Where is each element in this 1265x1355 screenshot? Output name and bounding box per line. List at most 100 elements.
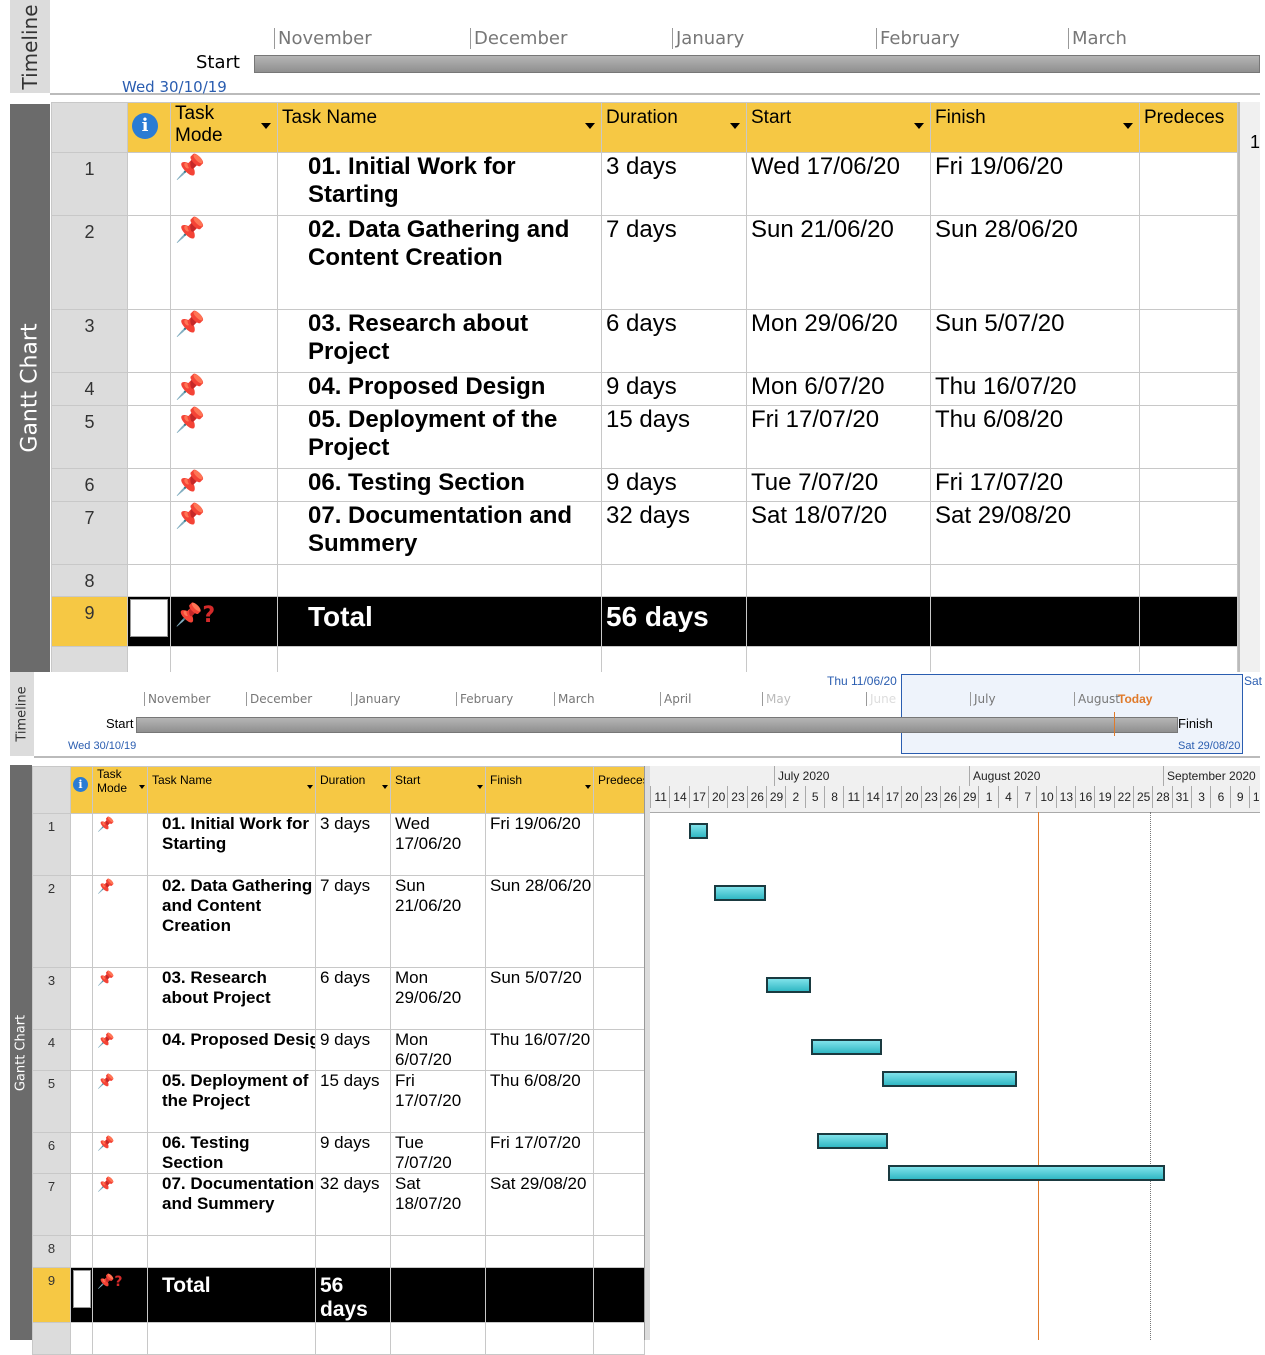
task-mode-cell[interactable]: 📌	[92, 875, 148, 968]
task-name-cell[interactable]: Total	[147, 1267, 316, 1323]
task-name-cell[interactable]: 02. Data Gathering and Content Creation	[277, 215, 602, 310]
table-row[interactable]: 1 📌 01. Initial Work for Starting 3 days…	[51, 152, 1238, 216]
table-row[interactable]: 8	[51, 564, 1238, 597]
gantt-bar[interactable]	[714, 885, 766, 901]
finish-cell[interactable]: Thu 6/08/20	[930, 405, 1140, 469]
duration-cell[interactable]: 56 days	[315, 1267, 391, 1323]
start-cell[interactable]: Sat 18/07/20	[746, 501, 931, 565]
gantt-bar[interactable]	[688, 823, 708, 839]
task-name-cell[interactable]: 07. Documentation and Summery	[277, 501, 602, 565]
duration-cell[interactable]: 6 days	[315, 967, 391, 1030]
duration-cell[interactable]: 32 days	[601, 501, 747, 565]
gantt-bar[interactable]	[881, 1071, 1017, 1087]
duration-cell[interactable]	[601, 564, 747, 597]
start-cell[interactable]	[390, 1267, 486, 1323]
start-cell[interactable]: Tue 7/07/20	[390, 1132, 486, 1174]
finish-cell[interactable]: Thu 16/07/20	[930, 372, 1140, 406]
finish-cell[interactable]: Sun 5/07/20	[485, 967, 594, 1030]
task-mode-header[interactable]: Task Mode	[92, 766, 148, 814]
task-name-cell[interactable]: 05. Deployment of the Project	[277, 405, 602, 469]
start-cell[interactable]	[746, 596, 931, 647]
table-row[interactable]: 4 📌 04. Proposed Design 9 days Mon 6/07/…	[51, 372, 1238, 406]
total-row[interactable]: 9 📌? Total 56 days	[51, 596, 1238, 647]
duration-cell[interactable]: 9 days	[601, 468, 747, 502]
chevron-down-icon[interactable]	[307, 785, 313, 790]
start-cell[interactable]: Sun 21/06/20	[746, 215, 931, 310]
start-cell[interactable]: Fri 17/07/20	[746, 405, 931, 469]
chevron-down-icon[interactable]	[261, 122, 271, 129]
table-row[interactable]: 6 📌 06. Testing Section 9 days Tue 7/07/…	[32, 1132, 645, 1174]
task-name-cell[interactable]: 04. Proposed Design	[277, 372, 602, 406]
task-mode-cell[interactable]: 📌	[170, 468, 278, 502]
start-cell[interactable]: Wed 17/06/20	[746, 152, 931, 216]
predecessors-cell[interactable]	[1139, 501, 1238, 565]
start-cell[interactable]: Fri 17/07/20	[390, 1070, 486, 1133]
duration-cell[interactable]: 7 days	[601, 215, 747, 310]
task-name-cell[interactable]: Total	[277, 596, 602, 647]
table-row[interactable]: 6 📌 06. Testing Section 9 days Tue 7/07/…	[51, 468, 1238, 502]
finish-cell[interactable]: Fri 19/06/20	[930, 152, 1140, 216]
task-name-cell[interactable]	[147, 1235, 316, 1268]
task-name-cell[interactable]: 05. Deployment of the Project	[147, 1070, 316, 1133]
table-row[interactable]: 4 📌 04. Proposed Design 9 days Mon 6/07/…	[32, 1029, 645, 1071]
task-name-cell[interactable]: 03. Research about Project	[277, 309, 602, 373]
predecessors-cell[interactable]	[1139, 405, 1238, 469]
finish-cell[interactable]: Sat 29/08/20	[485, 1173, 594, 1236]
finish-cell[interactable]: Thu 6/08/20	[485, 1070, 594, 1133]
duration-cell[interactable]: 6 days	[601, 309, 747, 373]
table-row[interactable]: 7 📌 07. Documentation and Summery 32 day…	[32, 1173, 645, 1236]
task-mode-cell[interactable]: 📌	[170, 309, 278, 373]
duration-header[interactable]: Duration	[601, 102, 747, 153]
chevron-down-icon[interactable]	[139, 785, 145, 790]
task-name-cell[interactable]: 01. Initial Work for Starting	[147, 813, 316, 876]
table-row[interactable]	[32, 1322, 645, 1355]
table-row[interactable]: 2 📌 02. Data Gathering and Content Creat…	[51, 215, 1238, 310]
chevron-down-icon[interactable]	[730, 122, 740, 129]
start-cell[interactable]: Sun 21/06/20	[390, 875, 486, 968]
finish-header[interactable]: Finish	[485, 766, 594, 814]
task-mode-cell[interactable]: 📌	[92, 967, 148, 1030]
table-row[interactable]: 8	[32, 1235, 645, 1268]
start-cell[interactable]: Mon 6/07/20	[390, 1029, 486, 1071]
task-mode-cell[interactable]: 📌	[92, 1029, 148, 1071]
finish-cell[interactable]: Sat 29/08/20	[930, 501, 1140, 565]
table-row[interactable]: 1 📌 01. Initial Work for Starting 3 days…	[32, 813, 645, 876]
finish-cell[interactable]: Sun 5/07/20	[930, 309, 1140, 373]
predecessors-cell[interactable]	[593, 1267, 645, 1323]
task-mode-cell[interactable]: 📌	[92, 813, 148, 876]
chevron-down-icon[interactable]	[585, 122, 595, 129]
info-column-header[interactable]: i	[127, 102, 171, 153]
duration-cell[interactable]: 9 days	[315, 1029, 391, 1071]
predecessors-cell[interactable]	[1139, 596, 1238, 647]
predecessors-cell[interactable]	[593, 1070, 645, 1133]
task-name-cell[interactable]: 06. Testing Section	[277, 468, 602, 502]
chevron-down-icon[interactable]	[1123, 122, 1133, 129]
predecessors-cell[interactable]	[1139, 564, 1238, 597]
start-cell[interactable]: Wed 17/06/20	[390, 813, 486, 876]
finish-cell[interactable]: Thu 16/07/20	[485, 1029, 594, 1071]
predecessors-cell[interactable]	[1139, 372, 1238, 406]
gantt-bar[interactable]	[817, 1133, 889, 1149]
predecessors-cell[interactable]	[593, 1235, 645, 1268]
timeline-bar[interactable]	[254, 55, 1260, 73]
predecessors-cell[interactable]	[1139, 309, 1238, 373]
start-cell[interactable]: Tue 7/07/20	[746, 468, 931, 502]
chevron-down-icon[interactable]	[477, 785, 483, 790]
finish-cell[interactable]: Sun 28/06/20	[485, 875, 594, 968]
table-row[interactable]: 3 📌 03. Research about Project 6 days Mo…	[32, 967, 645, 1030]
task-mode-cell[interactable]: 📌?	[92, 1267, 148, 1323]
task-mode-cell[interactable]: 📌	[92, 1132, 148, 1174]
task-mode-cell[interactable]: 📌?	[170, 596, 278, 647]
predecessors-header[interactable]: Predeces	[593, 766, 645, 814]
duration-cell[interactable]: 7 days	[315, 875, 391, 968]
finish-cell[interactable]	[485, 1267, 594, 1323]
finish-cell[interactable]: Fri 17/07/20	[930, 468, 1140, 502]
task-name-cell[interactable]: 01. Initial Work for Starting	[277, 152, 602, 216]
finish-cell[interactable]	[930, 564, 1140, 597]
gantt-bar[interactable]	[811, 1039, 882, 1055]
predecessors-cell[interactable]	[593, 813, 645, 876]
task-name-header[interactable]: Task Name	[147, 766, 316, 814]
task-name-header[interactable]: Task Name	[277, 102, 602, 153]
top-scroll-edge[interactable]: 1	[1238, 102, 1260, 672]
task-mode-header[interactable]: Task Mode	[170, 102, 278, 153]
